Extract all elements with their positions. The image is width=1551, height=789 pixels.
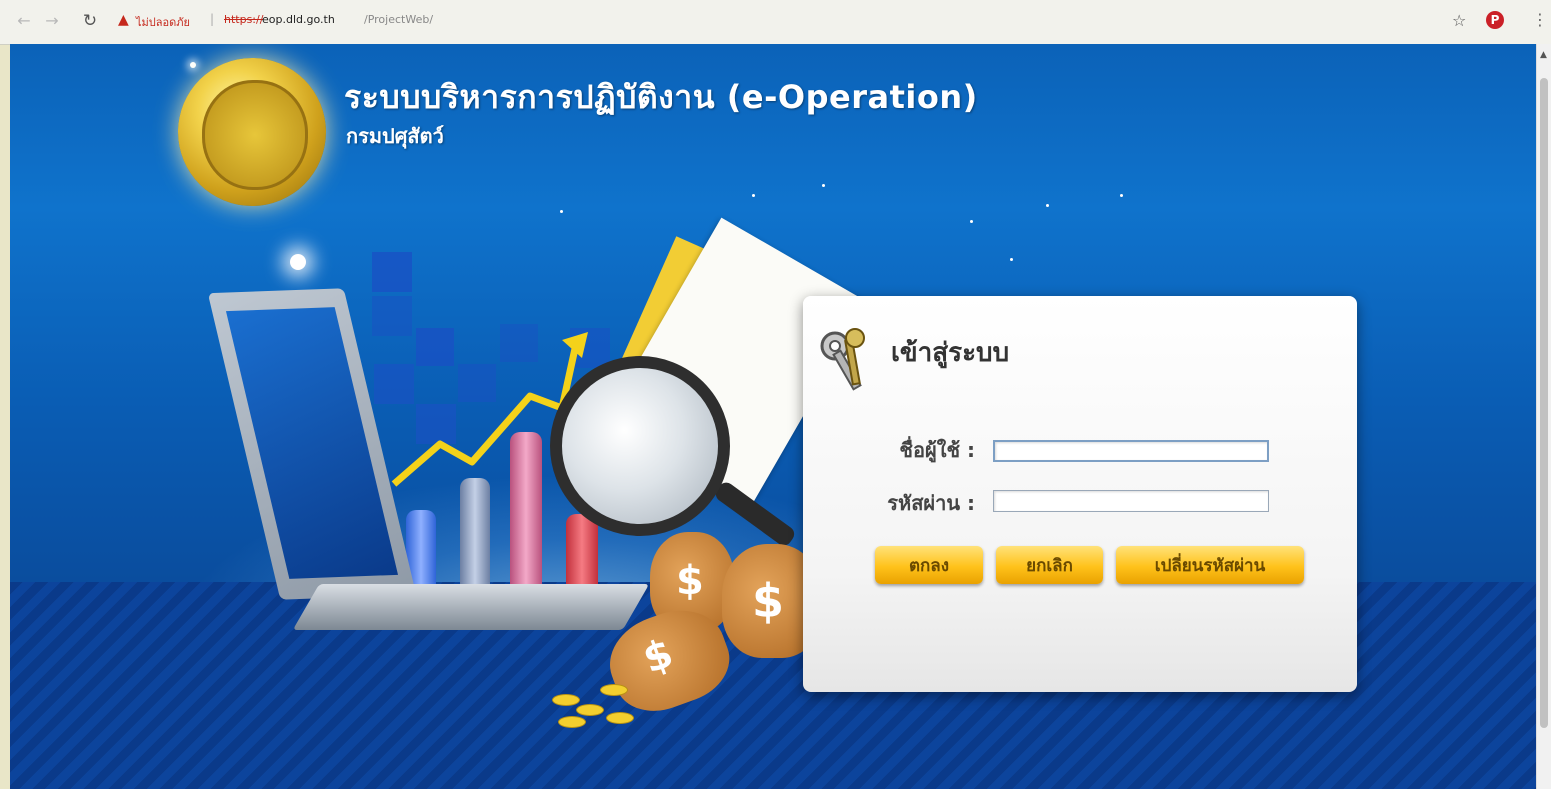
magnifying-glass-icon bbox=[550, 356, 730, 536]
kebab-menu-icon[interactable]: ⋮ bbox=[1532, 10, 1548, 29]
change-password-button[interactable]: เปลี่ยนรหัสผ่าน bbox=[1116, 546, 1304, 584]
login-title: เข้าสู่ระบบ bbox=[891, 338, 1010, 368]
username-input[interactable] bbox=[993, 440, 1269, 462]
ok-button[interactable]: ตกลง bbox=[875, 546, 983, 584]
warning-icon: ▲ bbox=[118, 12, 129, 28]
login-page: ระบบบริหารการปฏิบัติงาน (e-Operation) กร… bbox=[10, 44, 1536, 789]
url-path: /ProjectWeb/ bbox=[364, 13, 434, 26]
laptop-keyboard bbox=[292, 584, 650, 630]
forward-arrow-icon[interactable]: → bbox=[42, 11, 62, 31]
dollar-sign: $ bbox=[676, 558, 704, 604]
username-label: ชื่อผู้ใช้ : bbox=[899, 438, 975, 462]
keys-icon bbox=[820, 328, 865, 391]
scroll-up-icon[interactable]: ▲ bbox=[1540, 50, 1547, 60]
star-icon[interactable]: ☆ bbox=[1452, 11, 1466, 30]
back-arrow-icon[interactable]: ← bbox=[14, 11, 34, 31]
cancel-button[interactable]: ยกเลิก bbox=[996, 546, 1103, 584]
dollar-sign: $ bbox=[637, 630, 680, 683]
gold-coin bbox=[600, 684, 628, 696]
scroll-thumb[interactable] bbox=[1540, 78, 1548, 728]
gold-coin bbox=[576, 704, 604, 716]
scrollbar[interactable]: ▲ bbox=[1536, 44, 1551, 789]
browser-toolbar: ← → ↻ ▲ ไม่ปลอดภัย | https:// eop.dld.go… bbox=[0, 0, 1551, 45]
pinterest-icon[interactable]: P bbox=[1486, 11, 1504, 29]
password-label: รหัสผ่าน : bbox=[887, 491, 975, 515]
url-host: eop.dld.go.th bbox=[262, 13, 335, 26]
gold-coin bbox=[558, 716, 586, 728]
reload-icon[interactable]: ↻ bbox=[80, 11, 100, 31]
address-bar[interactable]: ▲ ไม่ปลอดภัย | https:// eop.dld.go.th /P… bbox=[110, 9, 1530, 33]
login-panel: เข้าสู่ระบบ ชื่อผู้ใช้ : รหัสผ่าน : ตกลง… bbox=[803, 296, 1357, 692]
dollar-sign: $ bbox=[752, 574, 785, 628]
gold-coin bbox=[552, 694, 580, 706]
address-separator: | bbox=[210, 12, 215, 26]
gold-coin bbox=[606, 712, 634, 724]
security-status-text: ไม่ปลอดภัย bbox=[136, 16, 190, 29]
url-scheme: https:// bbox=[224, 13, 264, 26]
password-input[interactable] bbox=[993, 490, 1269, 512]
